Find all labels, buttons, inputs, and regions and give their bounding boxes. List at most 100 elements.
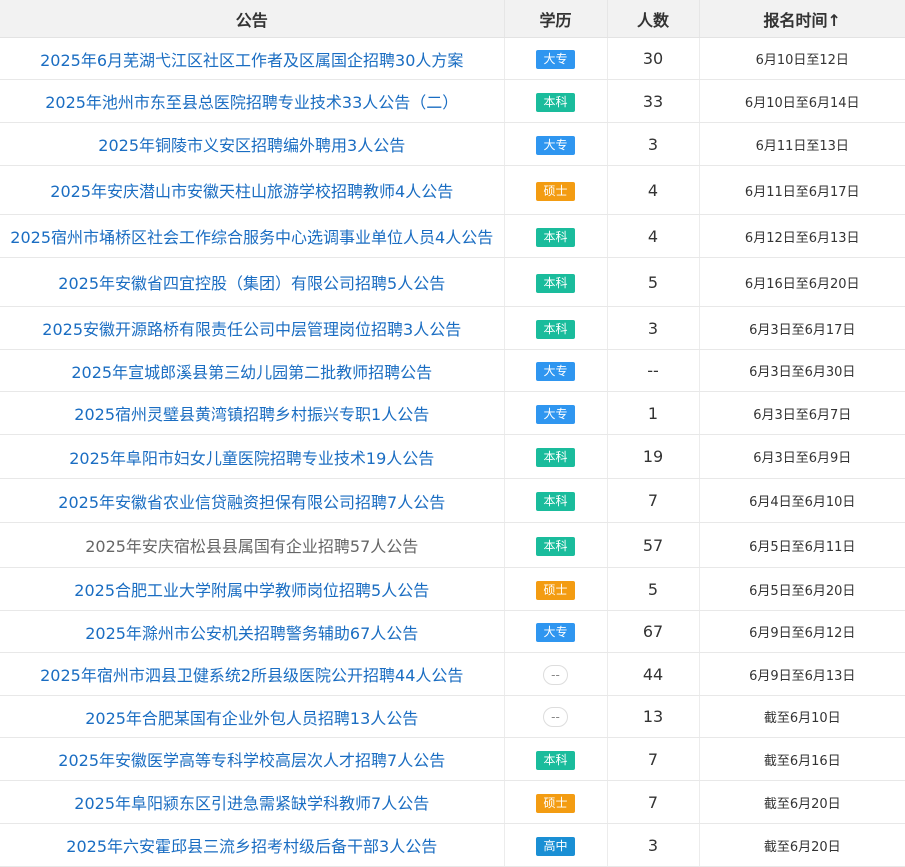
date-cell: 6月4日至6月10日 bbox=[699, 478, 905, 523]
date-cell: 6月16日至6月20日 bbox=[699, 257, 905, 307]
education-cell: 本科 bbox=[504, 434, 608, 479]
title-cell: 2025年阜阳颍东区引进急需紧缺学科教师7人公告 bbox=[0, 780, 505, 824]
education-cell: 大专 bbox=[504, 37, 608, 80]
announcement-link[interactable]: 2025年安庆潜山市安徽天柱山旅游学校招聘教师4人公告 bbox=[50, 182, 453, 201]
announcement-link[interactable]: 2025年铜陵市义安区招聘编外聘用3人公告 bbox=[98, 136, 405, 155]
announcement-link[interactable]: 2025年宣城郎溪县第三幼儿园第二批教师招聘公告 bbox=[71, 363, 432, 382]
announcement-link[interactable]: 2025年宿州市泗县卫健系统2所县级医院公开招聘44人公告 bbox=[40, 666, 463, 685]
education-cell: 硕士 bbox=[504, 165, 608, 215]
announcement-link[interactable]: 2025年阜阳市妇女儿童医院招聘专业技术19人公告 bbox=[69, 449, 434, 468]
table-header-row: 公告 学历 人数 报名时间↑ bbox=[0, 0, 905, 38]
education-badge[interactable]: 大专 bbox=[536, 135, 575, 155]
title-cell: 2025年阜阳市妇女儿童医院招聘专业技术19人公告 bbox=[0, 434, 505, 479]
date-cell: 截至6月10日 bbox=[699, 695, 905, 738]
education-badge[interactable]: -- bbox=[543, 664, 568, 685]
announcement-link[interactable]: 2025安徽开源路桥有限责任公司中层管理岗位招聘3人公告 bbox=[42, 320, 461, 339]
count-cell: 13 bbox=[607, 695, 700, 738]
title-cell: 2025合肥工业大学附属中学教师岗位招聘5人公告 bbox=[0, 567, 505, 611]
education-badge[interactable]: 本科 bbox=[536, 273, 575, 293]
count-cell: 19 bbox=[607, 434, 700, 479]
title-cell: 2025年宿州市泗县卫健系统2所县级医院公开招聘44人公告 bbox=[0, 652, 505, 696]
title-cell: 2025年六安霍邱县三流乡招考村级后备干部3人公告 bbox=[0, 823, 505, 867]
header-title: 公告 bbox=[0, 0, 505, 38]
count-cell: 1 bbox=[607, 391, 700, 435]
education-badge[interactable]: 大专 bbox=[536, 50, 575, 69]
count-cell: 3 bbox=[607, 306, 700, 350]
table-row: 2025年阜阳颍东区引进急需紧缺学科教师7人公告 硕士 7 截至6月20日 bbox=[0, 780, 905, 824]
date-cell: 6月9日至6月12日 bbox=[699, 610, 905, 653]
education-badge[interactable]: 硕士 bbox=[536, 181, 575, 201]
date-cell: 6月5日至6月20日 bbox=[699, 567, 905, 611]
education-badge[interactable]: 硕士 bbox=[536, 793, 575, 813]
title-cell: 2025年池州市东至县总医院招聘专业技术33人公告（二） bbox=[0, 79, 505, 123]
table-row: 2025年池州市东至县总医院招聘专业技术33人公告（二） 本科 33 6月10日… bbox=[0, 79, 905, 123]
education-cell: 大专 bbox=[504, 122, 608, 166]
date-cell: 6月3日至6月7日 bbox=[699, 391, 905, 435]
table-row: 2025年宣城郎溪县第三幼儿园第二批教师招聘公告 大专 -- 6月3日至6月30… bbox=[0, 349, 905, 392]
education-badge[interactable]: 本科 bbox=[536, 319, 575, 339]
education-cell: 大专 bbox=[504, 610, 608, 653]
announcement-link[interactable]: 2025年滁州市公安机关招聘警务辅助67人公告 bbox=[85, 624, 418, 643]
title-cell: 2025年安徽省四宜控股（集团）有限公司招聘5人公告 bbox=[0, 257, 505, 307]
announcement-link[interactable]: 2025年安庆宿松县县属国有企业招聘57人公告 bbox=[85, 537, 418, 556]
date-cell: 6月3日至6月30日 bbox=[699, 349, 905, 392]
title-cell: 2025年6月芜湖弋江区社区工作者及区属国企招聘30人方案 bbox=[0, 37, 505, 80]
announcement-link[interactable]: 2025年安徽医学高等专科学校高层次人才招聘7人公告 bbox=[58, 751, 445, 770]
date-cell: 6月3日至6月17日 bbox=[699, 306, 905, 350]
announcement-link[interactable]: 2025年六安霍邱县三流乡招考村级后备干部3人公告 bbox=[66, 837, 437, 856]
count-cell: 33 bbox=[607, 79, 700, 123]
count-cell: 3 bbox=[607, 122, 700, 166]
title-cell: 2025年滁州市公安机关招聘警务辅助67人公告 bbox=[0, 610, 505, 653]
education-badge[interactable]: 大专 bbox=[536, 362, 575, 381]
table-row: 2025年安庆宿松县县属国有企业招聘57人公告 本科 57 6月5日至6月11日 bbox=[0, 522, 905, 568]
education-cell: 本科 bbox=[504, 737, 608, 781]
announcement-link[interactable]: 2025年安徽省四宜控股（集团）有限公司招聘5人公告 bbox=[58, 274, 445, 293]
announcement-link[interactable]: 2025年合肥某国有企业外包人员招聘13人公告 bbox=[85, 709, 418, 728]
announcement-link[interactable]: 2025年池州市东至县总医院招聘专业技术33人公告（二） bbox=[45, 93, 458, 112]
title-cell: 2025年安徽医学高等专科学校高层次人才招聘7人公告 bbox=[0, 737, 505, 781]
count-cell: 67 bbox=[607, 610, 700, 653]
announcement-link[interactable]: 2025宿州灵璧县黄湾镇招聘乡村振兴专职1人公告 bbox=[74, 405, 429, 424]
education-badge[interactable]: 本科 bbox=[536, 92, 575, 112]
table-row: 2025年合肥某国有企业外包人员招聘13人公告 -- 13 截至6月10日 bbox=[0, 695, 905, 738]
table-row: 2025年滁州市公安机关招聘警务辅助67人公告 大专 67 6月9日至6月12日 bbox=[0, 610, 905, 653]
count-cell: 7 bbox=[607, 737, 700, 781]
education-badge[interactable]: 本科 bbox=[536, 492, 575, 511]
education-cell: 硕士 bbox=[504, 567, 608, 611]
education-cell: 本科 bbox=[504, 306, 608, 350]
announcement-link[interactable]: 2025年6月芜湖弋江区社区工作者及区属国企招聘30人方案 bbox=[40, 51, 463, 70]
announcement-link[interactable]: 2025年阜阳颍东区引进急需紧缺学科教师7人公告 bbox=[74, 794, 429, 813]
education-cell: -- bbox=[504, 695, 608, 738]
education-badge[interactable]: 大专 bbox=[536, 404, 575, 424]
education-badge[interactable]: 本科 bbox=[536, 448, 575, 467]
table-row: 2025年安徽医学高等专科学校高层次人才招聘7人公告 本科 7 截至6月16日 bbox=[0, 737, 905, 781]
count-cell: 7 bbox=[607, 780, 700, 824]
education-cell: 硕士 bbox=[504, 780, 608, 824]
education-cell: 大专 bbox=[504, 349, 608, 392]
education-badge[interactable]: -- bbox=[543, 707, 568, 727]
date-cell: 截至6月20日 bbox=[699, 823, 905, 867]
count-cell: 4 bbox=[607, 214, 700, 258]
title-cell: 2025年安徽省农业信贷融资担保有限公司招聘7人公告 bbox=[0, 478, 505, 523]
education-cell: 高中 bbox=[504, 823, 608, 867]
table-row: 2025年宿州市泗县卫健系统2所县级医院公开招聘44人公告 -- 44 6月9日… bbox=[0, 652, 905, 696]
announcement-link[interactable]: 2025宿州市埇桥区社会工作综合服务中心选调事业单位人员4人公告 bbox=[10, 228, 493, 247]
education-badge[interactable]: 本科 bbox=[536, 750, 575, 770]
table-row: 2025合肥工业大学附属中学教师岗位招聘5人公告 硕士 5 6月5日至6月20日 bbox=[0, 567, 905, 611]
education-badge[interactable]: 本科 bbox=[536, 227, 575, 247]
count-cell: 7 bbox=[607, 478, 700, 523]
education-badge[interactable]: 大专 bbox=[536, 623, 575, 642]
announcement-link[interactable]: 2025合肥工业大学附属中学教师岗位招聘5人公告 bbox=[74, 581, 429, 600]
count-cell: 5 bbox=[607, 567, 700, 611]
education-badge[interactable]: 高中 bbox=[536, 836, 575, 856]
date-cell: 6月10日至12日 bbox=[699, 37, 905, 80]
header-date-sortable[interactable]: 报名时间↑ bbox=[699, 0, 905, 38]
table-row: 2025宿州灵璧县黄湾镇招聘乡村振兴专职1人公告 大专 1 6月3日至6月7日 bbox=[0, 391, 905, 435]
education-badge[interactable]: 本科 bbox=[536, 536, 575, 556]
education-badge[interactable]: 硕士 bbox=[536, 580, 575, 600]
announcement-link[interactable]: 2025年安徽省农业信贷融资担保有限公司招聘7人公告 bbox=[58, 493, 445, 512]
education-cell: 本科 bbox=[504, 257, 608, 307]
date-cell: 6月3日至6月9日 bbox=[699, 434, 905, 479]
count-cell: 44 bbox=[607, 652, 700, 696]
sort-arrow-icon[interactable]: ↑ bbox=[828, 11, 841, 30]
